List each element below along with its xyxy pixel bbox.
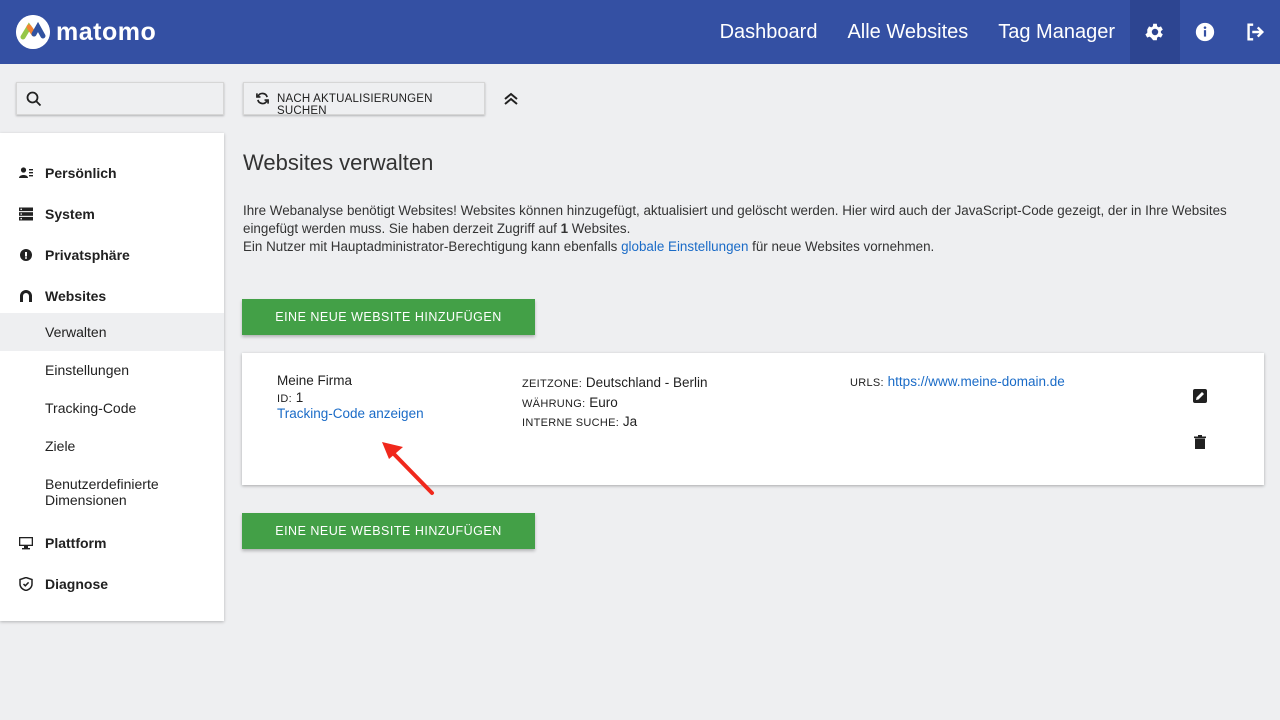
sidebar-category-label: Privatsphäre xyxy=(45,247,130,263)
refresh-icon xyxy=(256,92,269,105)
matomo-logo[interactable]: matomo xyxy=(16,15,156,49)
top-bar: matomo Dashboard Alle Websites Tag Manag… xyxy=(0,0,1280,64)
search-icon xyxy=(26,91,42,107)
menu-search xyxy=(16,82,224,115)
currency-value: Euro xyxy=(589,394,618,410)
sidebar-item-manage[interactable]: Verwalten xyxy=(0,313,224,351)
logo-text: matomo xyxy=(56,17,157,46)
sidebar-category-websites[interactable]: Websites xyxy=(0,281,224,311)
sidebar-category-privacy[interactable]: Privatsphäre xyxy=(0,240,224,270)
sidebar-category-label: Plattform xyxy=(45,535,107,551)
info-icon xyxy=(1195,22,1215,42)
nav-all-websites[interactable]: Alle Websites xyxy=(832,0,983,64)
red-arrow-annotation xyxy=(382,442,434,495)
sidebar-item-settings[interactable]: Einstellungen xyxy=(0,351,224,389)
intro-text-part: für neue Websites vornehmen. xyxy=(748,239,935,254)
website-icon xyxy=(20,290,32,302)
admin-sidebar: Persönlich System Privatsphäre Websites … xyxy=(0,133,224,621)
intro-text-part: Websites. xyxy=(568,221,631,236)
urls-label: URLS: xyxy=(850,377,884,389)
site-search-value: Ja xyxy=(622,414,638,429)
nav-dashboard[interactable]: Dashboard xyxy=(705,0,833,64)
sidebar-category-personal[interactable]: Persönlich xyxy=(0,158,224,188)
edit-icon[interactable] xyxy=(1192,388,1208,404)
logout-icon xyxy=(1247,23,1265,41)
gear-icon xyxy=(1145,23,1163,41)
logout-button[interactable] xyxy=(1230,0,1280,64)
search-input[interactable] xyxy=(53,83,218,114)
sidebar-category-diagnostics[interactable]: Diagnose xyxy=(0,569,224,599)
privacy-icon xyxy=(20,249,32,261)
collapse-icon[interactable] xyxy=(502,90,520,108)
currency-label: WÄHRUNG: xyxy=(522,397,586,410)
sidebar-item-label: Ziele xyxy=(45,438,76,454)
sidebar-category-label: Diagnose xyxy=(45,576,109,592)
page-title: Websites verwalten xyxy=(243,150,434,175)
intro-text: Ihre Webanalyse benötigt Websites! Websi… xyxy=(243,202,1253,256)
shield-icon xyxy=(19,577,33,591)
site-id: ID: 1 xyxy=(277,390,303,405)
timezone-value: Deutschland - Berlin xyxy=(585,375,708,390)
sidebar-item-label: Benutzerdefinierte Dimensionen xyxy=(45,476,159,508)
add-website-button-bottom[interactable]: EINE NEUE WEBSITE HINZUFÜGEN xyxy=(242,513,535,549)
show-tracking-code-link[interactable]: Tracking-Code anzeigen xyxy=(277,406,424,421)
add-website-button-top[interactable]: EINE NEUE WEBSITE HINZUFÜGEN xyxy=(242,299,535,335)
site-search-label: INTERNE SUCHE: xyxy=(522,417,620,429)
server-icon xyxy=(19,207,33,221)
sidebar-item-label: Verwalten xyxy=(45,324,107,340)
site-urls: URLS: https://www.meine-domain.de xyxy=(850,374,1065,389)
global-settings-link[interactable]: globale Einstellungen xyxy=(621,239,748,254)
help-button[interactable] xyxy=(1180,0,1230,64)
sidebar-category-label: Websites xyxy=(45,288,107,304)
delete-icon[interactable] xyxy=(1192,434,1208,450)
top-navigation: Dashboard Alle Websites Tag Manager xyxy=(705,0,1280,64)
site-name: Meine Firma xyxy=(277,373,353,388)
sidebar-category-label: System xyxy=(45,206,95,222)
check-updates-label: NACH AKTUALISIERUNGEN SUCHEN xyxy=(277,93,433,117)
site-meta: ZEITZONE: Deutschland - Berlin WÄHRUNG: … xyxy=(522,374,707,433)
timezone-row: ZEITZONE: Deutschland - Berlin xyxy=(522,374,707,394)
matomo-logo-icon xyxy=(16,15,50,49)
sidebar-category-label: Persönlich xyxy=(45,165,117,181)
sidebar-category-system[interactable]: System xyxy=(0,199,224,229)
site-id-value: 1 xyxy=(295,390,304,405)
sidebar-item-label: Tracking-Code xyxy=(45,400,137,416)
website-count: 1 xyxy=(560,221,569,236)
sidebar-item-tracking-code[interactable]: Tracking-Code xyxy=(0,389,224,427)
settings-button[interactable] xyxy=(1130,0,1180,64)
check-updates-button[interactable]: NACH AKTUALISIERUNGEN SUCHEN xyxy=(243,82,485,117)
monitor-icon xyxy=(19,537,33,550)
site-search-row: INTERNE SUCHE: Ja xyxy=(522,413,707,433)
user-icon xyxy=(19,167,33,178)
timezone-label: ZEITZONE: xyxy=(522,378,583,390)
sidebar-item-custom-dimensions[interactable]: Benutzerdefinierte Dimensionen xyxy=(0,465,224,519)
intro-text-part: Ein Nutzer mit Hauptadministrator-Berech… xyxy=(243,239,622,254)
site-url-link[interactable]: https://www.meine-domain.de xyxy=(888,374,1065,389)
sidebar-item-label: Einstellungen xyxy=(45,362,130,378)
sidebar-category-platform[interactable]: Plattform xyxy=(0,528,224,558)
intro-text-part: Ihre Webanalyse benötigt Websites! Websi… xyxy=(243,203,1227,236)
sidebar-item-goals[interactable]: Ziele xyxy=(0,427,224,465)
nav-tag-manager[interactable]: Tag Manager xyxy=(983,0,1130,64)
site-id-label: ID: xyxy=(277,393,292,405)
currency-row: WÄHRUNG: Euro xyxy=(522,394,707,414)
